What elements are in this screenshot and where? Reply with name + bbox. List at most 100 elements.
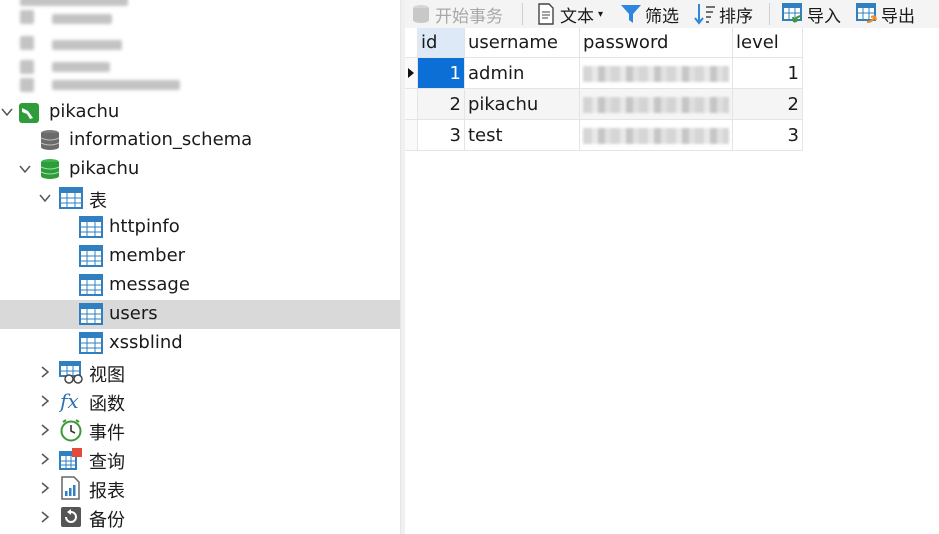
table-icon xyxy=(79,216,103,238)
table-item-member[interactable]: member xyxy=(0,242,400,271)
chevron-right-icon[interactable] xyxy=(39,482,51,494)
begin-transaction-button[interactable]: 开始事务 xyxy=(410,0,503,28)
header-row: id username password level xyxy=(405,28,803,58)
table-label: member xyxy=(109,245,186,266)
folder-views[interactable]: 视图 xyxy=(0,358,400,387)
folder-label: 备份 xyxy=(89,510,125,531)
table-item-message[interactable]: message xyxy=(0,271,400,300)
table-icon xyxy=(79,274,103,296)
column-header-username[interactable]: username xyxy=(464,28,580,58)
cell-level[interactable]: 3 xyxy=(732,119,803,151)
redacted-value xyxy=(583,96,729,113)
report-icon xyxy=(59,476,81,500)
cell-password[interactable] xyxy=(579,88,733,120)
current-row-marker xyxy=(405,57,418,89)
table-label: users xyxy=(109,303,158,324)
toolbar-divider xyxy=(769,3,770,25)
folder-functions[interactable]: fx 函数 xyxy=(0,387,400,416)
row-marker xyxy=(405,88,418,120)
filter-button[interactable]: 筛选 xyxy=(620,0,679,28)
column-header-password[interactable]: password xyxy=(579,28,733,58)
folder-reports[interactable]: 报表 xyxy=(0,474,400,503)
table-icon xyxy=(79,245,103,267)
export-icon xyxy=(856,3,877,23)
chevron-right-icon[interactable] xyxy=(39,511,51,523)
sort-label: 排序 xyxy=(719,6,753,27)
table-item-users[interactable]: users xyxy=(0,300,400,329)
cell-id[interactable]: 3 xyxy=(417,119,465,151)
table-label: httpinfo xyxy=(109,216,180,237)
table-item-xssblind[interactable]: xssblind xyxy=(0,329,400,358)
column-header-level[interactable]: level xyxy=(732,28,803,58)
table-icon xyxy=(79,303,103,325)
cell-level[interactable]: 1 xyxy=(732,57,803,89)
export-button[interactable]: 导出 xyxy=(856,0,915,28)
cell-password[interactable] xyxy=(579,57,733,89)
redacted-value xyxy=(583,127,729,144)
chevron-right-icon[interactable] xyxy=(39,424,51,436)
table-item-httpinfo[interactable]: httpinfo xyxy=(0,213,400,242)
cell-id[interactable]: 1 xyxy=(417,57,465,89)
event-clock-icon xyxy=(59,418,82,442)
import-button[interactable]: 导入 xyxy=(782,0,841,28)
folder-tables[interactable]: 表 xyxy=(0,184,400,213)
chevron-down-icon[interactable] xyxy=(39,192,51,204)
row-marker-header xyxy=(405,28,418,58)
transaction-icon xyxy=(413,5,429,23)
redacted-value xyxy=(583,65,729,82)
folder-label: 事件 xyxy=(89,423,125,444)
data-grid: id username password level 1 admin 1 2 p… xyxy=(405,28,939,534)
query-icon xyxy=(59,447,82,470)
data-toolbar: 开始事务 文本 ▾ 筛选 排序 导入 导出 xyxy=(405,0,939,29)
import-label: 导入 xyxy=(807,6,841,27)
table-folder-icon xyxy=(59,187,83,209)
table-row[interactable]: 3 test 3 xyxy=(405,119,803,151)
users-table: id username password level 1 admin 1 2 p… xyxy=(405,28,803,151)
folder-label: 报表 xyxy=(89,481,125,502)
mysql-connection-icon xyxy=(18,102,40,124)
cell-level[interactable]: 2 xyxy=(732,88,803,120)
folder-queries[interactable]: 查询 xyxy=(0,445,400,474)
filter-funnel-icon xyxy=(621,5,641,23)
row-marker xyxy=(405,119,418,151)
database-pikachu[interactable]: pikachu xyxy=(0,155,400,184)
row-pointer-icon xyxy=(408,67,414,78)
column-header-id[interactable]: id xyxy=(417,28,465,58)
blurred-connections xyxy=(18,0,180,98)
cell-id[interactable]: 2 xyxy=(417,88,465,120)
database-label: information_schema xyxy=(69,129,253,150)
cell-password[interactable] xyxy=(579,119,733,151)
table-row[interactable]: 2 pikachu 2 xyxy=(405,88,803,120)
folder-backups[interactable]: 备份 xyxy=(0,503,400,532)
cell-username[interactable]: admin xyxy=(464,57,580,89)
dropdown-arrow-icon[interactable]: ▾ xyxy=(598,9,603,20)
view-icon xyxy=(59,361,83,384)
chevron-right-icon[interactable] xyxy=(39,366,51,378)
table-label: message xyxy=(109,274,190,295)
sort-button[interactable]: 排序 xyxy=(694,0,753,28)
chevron-down-icon[interactable] xyxy=(19,163,31,175)
database-label: pikachu xyxy=(69,158,140,179)
connection-pikachu[interactable]: pikachu xyxy=(0,98,400,127)
cell-username[interactable]: test xyxy=(464,119,580,151)
folder-label: 表 xyxy=(89,191,107,212)
export-label: 导出 xyxy=(881,6,915,27)
cell-username[interactable]: pikachu xyxy=(464,88,580,120)
database-icon xyxy=(39,158,61,180)
import-icon xyxy=(782,3,803,23)
object-navigator: pikachu information_schema pikachu 表 htt… xyxy=(0,0,400,534)
function-fx-icon: fx xyxy=(58,389,81,413)
connection-label: pikachu xyxy=(49,101,120,122)
chevron-right-icon[interactable] xyxy=(39,453,51,465)
database-information-schema[interactable]: information_schema xyxy=(0,126,400,155)
chevron-down-icon[interactable] xyxy=(1,106,13,118)
text-view-label: 文本 xyxy=(560,6,594,27)
begin-transaction-label: 开始事务 xyxy=(435,6,503,27)
document-icon xyxy=(538,3,554,25)
text-view-button[interactable]: 文本 ▾ xyxy=(535,0,603,28)
chevron-right-icon[interactable] xyxy=(39,395,51,407)
table-row[interactable]: 1 admin 1 xyxy=(405,57,803,89)
folder-label: 函数 xyxy=(89,394,125,415)
toolbar-divider xyxy=(522,3,523,25)
folder-events[interactable]: 事件 xyxy=(0,416,400,445)
